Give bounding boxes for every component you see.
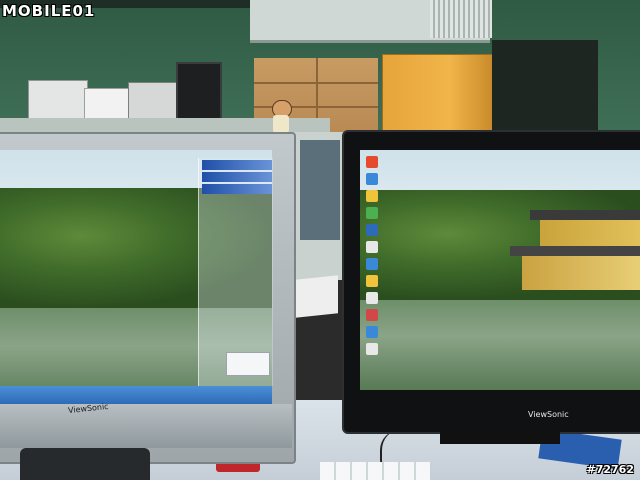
left-monitor-stand [20,448,150,480]
document-icon[interactable] [366,241,378,253]
golden-pavilion [510,210,640,300]
window-title-bar[interactable] [202,172,272,182]
desktop-icon[interactable] [366,156,378,168]
right-monitor-brand: ViewSonic [528,410,569,419]
document-icon[interactable] [366,292,378,304]
desktop-icon[interactable] [366,224,378,236]
dark-doorway [492,40,598,136]
desktop-icon[interactable] [366,173,378,185]
pond [360,300,640,390]
document-icon[interactable] [366,343,378,355]
printer [84,88,130,122]
taskbar[interactable] [0,386,272,404]
site-watermark: MOBILE01 [2,2,96,20]
cabinet-shelf [300,140,340,240]
folder-icon[interactable] [366,275,378,287]
folder-icon[interactable] [366,190,378,202]
desktop-icons [364,152,384,376]
air-conditioner-vent [430,0,492,38]
window-title-bar[interactable] [202,160,272,170]
notification-popup[interactable] [226,352,270,376]
keyboard [320,462,430,480]
right-monitor-stand [440,430,560,444]
figurine [270,100,292,136]
window-title-bar[interactable] [202,184,272,194]
desktop-icon[interactable] [366,258,378,270]
wooden-door [382,54,494,136]
desktop-icon[interactable] [366,207,378,219]
printer [28,80,88,122]
desktop-icon[interactable] [366,309,378,321]
photo-id: #72762 [586,463,635,476]
left-monitor-bezel [0,404,292,448]
right-screen [360,150,640,390]
desktop-icon[interactable] [366,326,378,338]
